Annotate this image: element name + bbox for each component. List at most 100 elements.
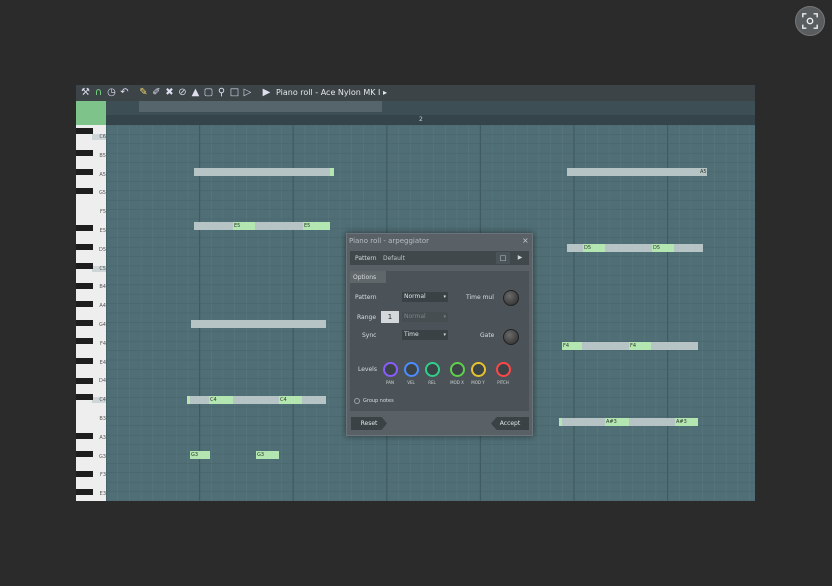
- preset-row: Pattern Default □ ▶: [350, 251, 529, 265]
- sync-dropdown[interactable]: Time ▾: [402, 330, 448, 340]
- black-key[interactable]: [76, 188, 93, 194]
- note-c4-green-2[interactable]: C4: [279, 396, 302, 404]
- note-d5-green-1[interactable]: D5: [583, 244, 605, 252]
- black-key[interactable]: [76, 225, 93, 231]
- note-a5-right[interactable]: A5: [567, 168, 707, 176]
- note-as3-start[interactable]: [559, 418, 562, 426]
- gate-knob[interactable]: [503, 329, 519, 345]
- dialog-title: Piano roll - arpeggiator: [349, 237, 430, 245]
- slice-icon[interactable]: □: [229, 87, 240, 98]
- black-key[interactable]: [76, 378, 93, 384]
- note-c4-green-1[interactable]: C4: [209, 396, 233, 404]
- options-tab[interactable]: Options: [350, 271, 386, 283]
- screenshot-capture-button[interactable]: [795, 6, 825, 36]
- black-key[interactable]: [76, 320, 93, 326]
- black-key[interactable]: [76, 338, 93, 344]
- level-knob-mod-y[interactable]: [471, 362, 486, 377]
- black-key[interactable]: [76, 263, 93, 269]
- key-label-a5: A5: [99, 171, 106, 178]
- black-key[interactable]: [76, 394, 93, 400]
- delete-icon[interactable]: ✖: [164, 87, 175, 98]
- key-label-c4: C4: [92, 397, 106, 404]
- note-d5-green-2[interactable]: D5: [652, 244, 674, 252]
- black-key[interactable]: [76, 433, 93, 439]
- clock-icon[interactable]: ◷: [106, 87, 117, 98]
- key-label-d5: D5: [98, 246, 106, 253]
- undo-icon[interactable]: ↶: [119, 87, 130, 98]
- time-mul-knob[interactable]: [503, 290, 519, 306]
- note-g3-1[interactable]: G3: [190, 451, 210, 459]
- accept-button[interactable]: Accept: [491, 417, 529, 430]
- chevron-down-icon: ▾: [443, 314, 446, 320]
- note-f4-green-1[interactable]: F4: [562, 342, 582, 350]
- level-label: REL: [428, 380, 436, 385]
- black-key[interactable]: [76, 150, 93, 156]
- time-mul-label: Time mul: [466, 294, 494, 301]
- note-f4-green-2[interactable]: F4: [629, 342, 651, 350]
- black-key[interactable]: [76, 128, 93, 134]
- speaker-icon[interactable]: ▲: [190, 87, 201, 98]
- black-key[interactable]: [76, 283, 93, 289]
- note-g4[interactable]: [191, 320, 326, 328]
- note-a5-end[interactable]: [330, 168, 334, 176]
- capture-icon: [802, 13, 818, 29]
- note-c4-start[interactable]: [187, 396, 190, 404]
- group-notes-checkbox[interactable]: [354, 398, 360, 404]
- black-key[interactable]: [76, 169, 93, 175]
- level-knob-vel[interactable]: [404, 362, 419, 377]
- key-label-a3: A3: [99, 434, 106, 441]
- note-c4[interactable]: [187, 396, 326, 404]
- key-label-g3: G3: [98, 453, 106, 460]
- folder-icon[interactable]: □: [496, 252, 510, 264]
- note-e5-green-2[interactable]: E5: [303, 222, 330, 230]
- level-label: MOD X: [450, 380, 464, 385]
- select-icon[interactable]: ▢: [203, 87, 214, 98]
- time-ruler[interactable]: [106, 115, 755, 125]
- key-label-b5: B5: [99, 152, 106, 159]
- level-knob-pitch[interactable]: [496, 362, 511, 377]
- preset-next-icon[interactable]: ▶: [514, 252, 526, 264]
- preset-pattern-value[interactable]: Default: [383, 255, 405, 262]
- note-as3-green-1[interactable]: A#3: [605, 418, 629, 426]
- range-stepper[interactable]: 1: [381, 311, 399, 323]
- black-key[interactable]: [76, 451, 93, 457]
- pencil-icon[interactable]: ✎: [138, 87, 149, 98]
- black-key[interactable]: [76, 358, 93, 364]
- playback-icon[interactable]: ▷: [242, 87, 253, 98]
- key-label-e4: E4: [99, 359, 106, 366]
- note-as3-green-2[interactable]: A#3: [675, 418, 698, 426]
- black-key[interactable]: [76, 471, 93, 477]
- key-label-f4: F4: [99, 340, 106, 347]
- note-a5[interactable]: [194, 168, 334, 176]
- level-knob-rel[interactable]: [425, 362, 440, 377]
- preset-pattern-label: Pattern: [355, 255, 377, 262]
- key-label-e3: E3: [99, 491, 106, 498]
- black-key[interactable]: [76, 244, 93, 250]
- brush-icon[interactable]: ✐: [151, 87, 162, 98]
- tool-corner[interactable]: [76, 101, 106, 125]
- level-knob-pan[interactable]: [383, 362, 398, 377]
- magnet-icon[interactable]: ∩: [93, 87, 104, 98]
- chevron-down-icon: ▾: [443, 332, 446, 338]
- piano-keyboard[interactable]: C6 B5 A5 G5 F5 E5 D5 C5 B4 A4 G4 F4 E4 D4 C4 B3 A3 G3 F3 E3: [76, 125, 106, 501]
- toolbar: ⚒ ∩ ◷ ↶ ✎ ✐ ✖ ⊘ ▲ ▢ ⚲ □ ▷ ▶: [76, 85, 755, 101]
- black-key[interactable]: [76, 301, 93, 307]
- zoom-icon[interactable]: ⚲: [216, 87, 227, 98]
- overview-scroll-handle[interactable]: [139, 101, 382, 112]
- black-key[interactable]: [76, 489, 93, 495]
- key-label-g4: G4: [98, 322, 106, 328]
- reset-button[interactable]: Reset: [351, 417, 387, 430]
- wrench-icon[interactable]: ⚒: [80, 87, 91, 98]
- note-e5-green-1[interactable]: E5: [233, 222, 255, 230]
- range-mode-dropdown[interactable]: Normal ▾: [402, 312, 448, 322]
- close-icon[interactable]: ×: [522, 236, 529, 245]
- opt-pattern-dropdown[interactable]: Normal ▾: [402, 292, 448, 302]
- key-label-g5: G5: [98, 190, 106, 197]
- mute-icon[interactable]: ⊘: [177, 87, 188, 98]
- level-label: VEL: [407, 380, 415, 385]
- piano-roll-menu-icon[interactable]: ▶: [261, 87, 272, 98]
- note-g3-2[interactable]: G3: [256, 451, 279, 459]
- level-label: MOD Y: [471, 380, 485, 385]
- level-knob-mod-x[interactable]: [450, 362, 465, 377]
- sync-label: Sync: [362, 332, 377, 339]
